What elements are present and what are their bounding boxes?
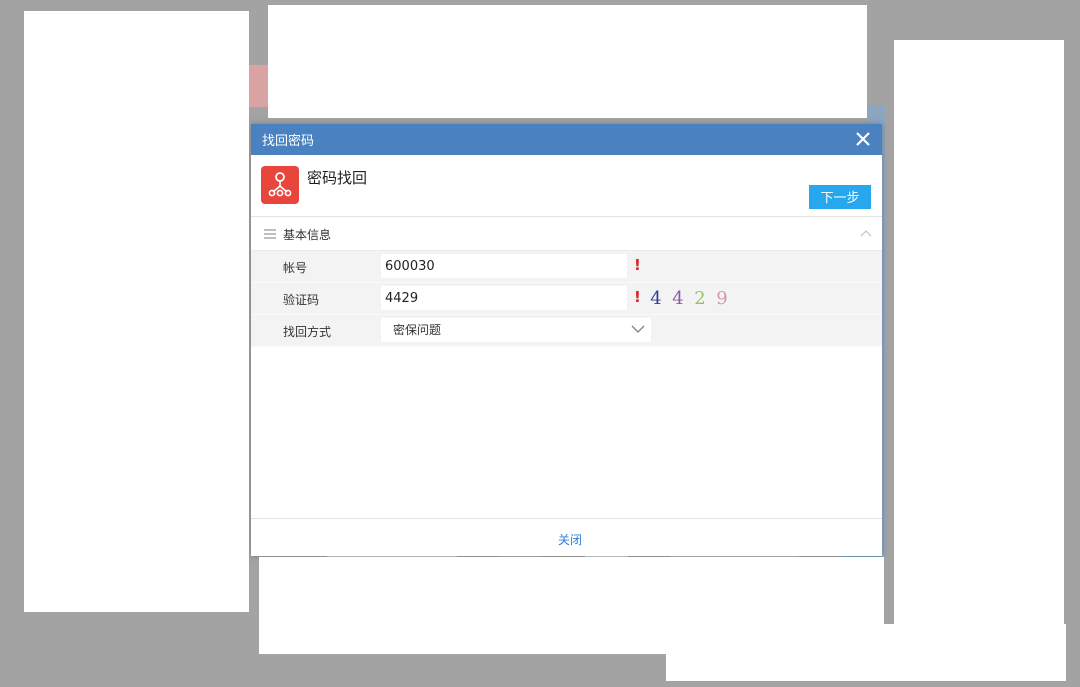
dialog-title: 找回密码 bbox=[262, 134, 315, 149]
dialog-header: 密码找回 下一步 bbox=[251, 155, 882, 217]
close-button[interactable]: 关闭 bbox=[558, 531, 582, 548]
dialog-footer: 关闭 bbox=[251, 518, 882, 556]
method-label: 找回方式 bbox=[283, 325, 332, 339]
method-row: 找回方式 密保问题 bbox=[251, 315, 882, 347]
chevron-down-icon bbox=[631, 325, 645, 333]
required-mark: ! bbox=[634, 288, 641, 306]
recovery-method-select[interactable]: 密保问题 bbox=[381, 318, 651, 342]
required-mark: ! bbox=[634, 256, 641, 274]
close-icon[interactable] bbox=[852, 128, 874, 150]
org-tree-icon bbox=[261, 166, 299, 204]
captcha-digit: 9 bbox=[716, 287, 728, 309]
account-label: 帐号 bbox=[283, 261, 308, 275]
captcha-digit: 4 bbox=[650, 287, 662, 309]
selected-value: 密保问题 bbox=[393, 323, 442, 337]
occluding-panel bbox=[24, 11, 249, 612]
captcha-digit: 4 bbox=[672, 287, 684, 309]
section-title: 基本信息 bbox=[283, 228, 332, 242]
menu-lines-icon bbox=[264, 229, 276, 239]
backdrop-red-strip bbox=[249, 65, 269, 107]
captcha-label: 验证码 bbox=[283, 293, 320, 307]
account-row: 帐号 ! bbox=[251, 251, 882, 283]
password-recovery-dialog: 找回密码 密码找回 下一步 基本信息 帐号 600030 ! 验证码 4429 … bbox=[251, 124, 882, 556]
captcha-field[interactable] bbox=[381, 286, 627, 310]
account-field[interactable] bbox=[381, 254, 627, 278]
next-step-button[interactable]: 下一步 bbox=[809, 185, 871, 209]
captcha-image[interactable]: 4 4 2 9 bbox=[645, 285, 733, 311]
basic-info-section-header[interactable]: 基本信息 bbox=[251, 217, 882, 251]
captcha-digit: 2 bbox=[694, 287, 706, 309]
occluding-panel bbox=[894, 40, 1064, 624]
page-title: 密码找回 bbox=[307, 169, 368, 187]
dialog-titlebar: 找回密码 bbox=[251, 124, 882, 155]
occluding-panel bbox=[268, 5, 867, 118]
captcha-row: 验证码 ! 4 4 2 9 bbox=[251, 283, 882, 315]
chevron-up-icon[interactable] bbox=[860, 229, 872, 237]
occluding-panel bbox=[666, 624, 1066, 681]
